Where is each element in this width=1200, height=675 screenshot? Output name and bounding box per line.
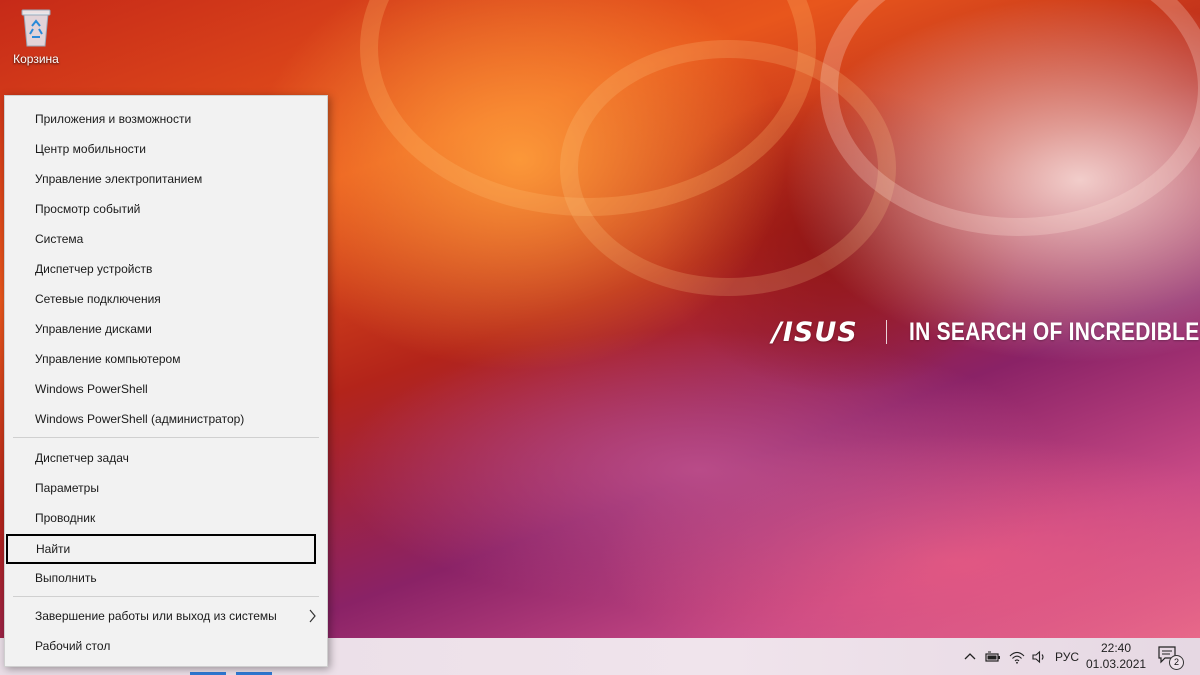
- system-clock[interactable]: 22:40 01.03.2021: [1086, 640, 1146, 672]
- menu-item-system[interactable]: Система: [5, 224, 327, 254]
- winx-context-menu: Приложения и возможности Центр мобильнос…: [4, 95, 328, 667]
- menu-separator: [13, 437, 319, 438]
- action-center-button[interactable]: 2: [1158, 646, 1184, 670]
- recycle-bin-icon: [21, 9, 51, 47]
- wifi-icon[interactable]: [1008, 638, 1026, 675]
- menu-item-network-connections[interactable]: Сетевые подключения: [5, 284, 327, 314]
- menu-item-file-explorer[interactable]: Проводник: [5, 503, 327, 533]
- language-indicator[interactable]: РУС: [1055, 638, 1079, 675]
- menu-item-powershell[interactable]: Windows PowerShell: [5, 374, 327, 404]
- menu-item-shutdown-label: Завершение работы или выход из системы: [35, 609, 277, 623]
- menu-item-disk-management[interactable]: Управление дисками: [5, 314, 327, 344]
- recycle-bin-label: Корзина: [13, 52, 59, 66]
- menu-item-event-viewer[interactable]: Просмотр событий: [5, 194, 327, 224]
- brand-slogan: IN SEARCH OF INCREDIBLE: [908, 317, 1200, 346]
- menu-item-mobility-center[interactable]: Центр мобильности: [5, 134, 327, 164]
- menu-item-task-manager[interactable]: Диспетчер задач: [5, 443, 327, 473]
- menu-item-power-options[interactable]: Управление электропитанием: [5, 164, 327, 194]
- menu-item-device-manager[interactable]: Диспетчер устройств: [5, 254, 327, 284]
- clock-time: 22:40: [1100, 641, 1132, 655]
- menu-item-run[interactable]: Выполнить: [5, 563, 327, 593]
- menu-item-settings[interactable]: Параметры: [5, 473, 327, 503]
- notification-count-badge: 2: [1169, 655, 1184, 670]
- asus-brand: /ISUS IN SEARCH OF INCREDIBLE: [772, 316, 1200, 348]
- asus-logo: /ISUS: [772, 316, 858, 348]
- menu-item-desktop[interactable]: Рабочий стол: [5, 631, 327, 661]
- menu-item-search[interactable]: Найти: [6, 534, 316, 564]
- menu-item-shutdown-or-sign-out[interactable]: Завершение работы или выход из системы: [5, 601, 327, 631]
- menu-item-apps-and-features[interactable]: Приложения и возможности: [5, 104, 327, 134]
- clock-date: 01.03.2021: [1086, 657, 1147, 671]
- menu-item-powershell-admin[interactable]: Windows PowerShell (администратор): [5, 404, 327, 434]
- battery-icon[interactable]: [984, 638, 1002, 675]
- volume-icon[interactable]: [1030, 638, 1048, 675]
- menu-item-computer-management[interactable]: Управление компьютером: [5, 344, 327, 374]
- recycle-bin-shortcut[interactable]: Корзина: [8, 4, 64, 66]
- menu-separator: [13, 596, 319, 597]
- brand-divider: [885, 320, 887, 344]
- chevron-up-icon[interactable]: [962, 638, 978, 675]
